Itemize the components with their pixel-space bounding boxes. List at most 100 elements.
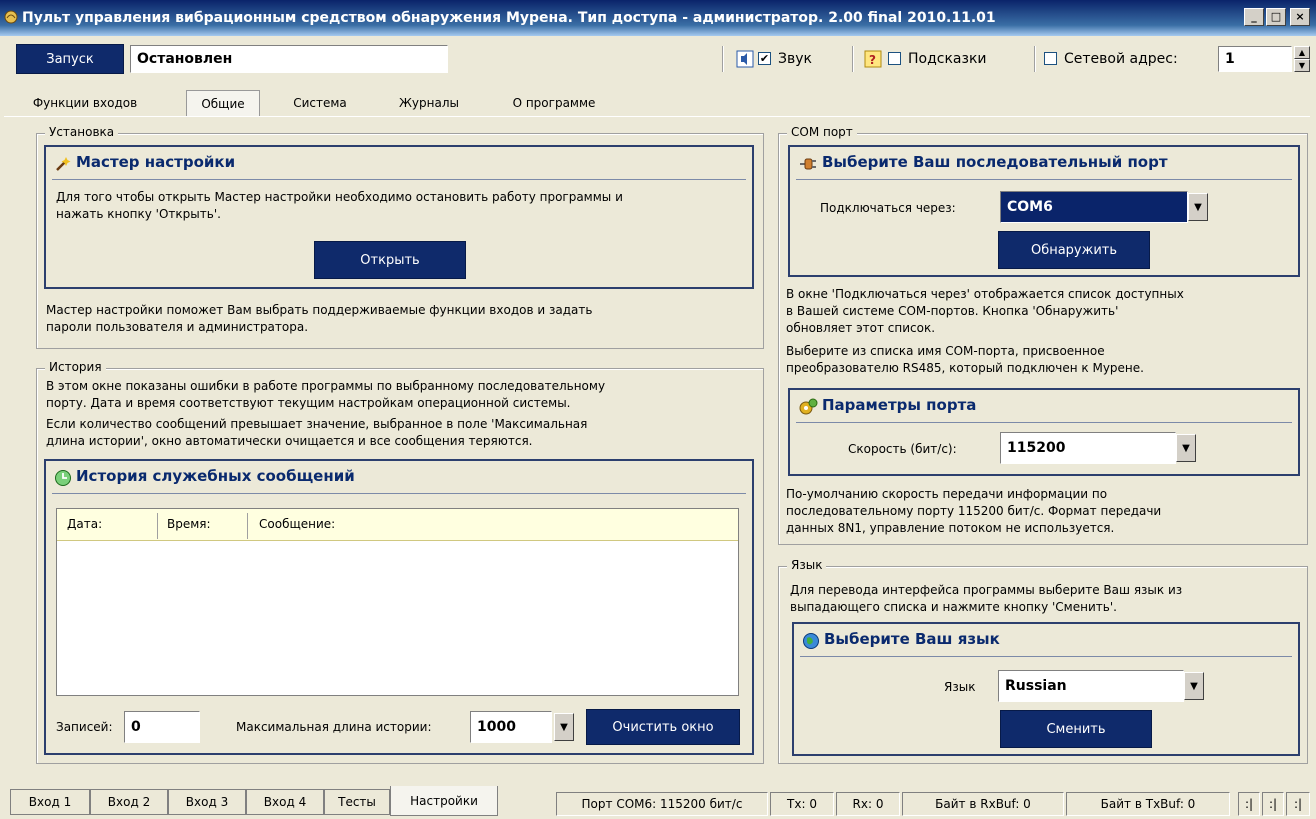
help-icon: ? <box>864 50 882 68</box>
panel-divider <box>52 179 746 180</box>
toolbar-separator <box>852 46 854 72</box>
language-text: выпадающего списка и нажмите кнопку 'Сме… <box>790 600 1117 614</box>
history-table[interactable]: Дата: Время: Сообщение: <box>56 508 739 696</box>
toolbar-separator <box>1034 46 1036 72</box>
status-rxbuf: Байт в RxBuf: 0 <box>902 792 1064 816</box>
column-date[interactable]: Дата: <box>67 517 102 531</box>
port-params-title: Параметры порта <box>822 396 977 414</box>
svg-text:?: ? <box>869 53 876 67</box>
column-message[interactable]: Сообщение: <box>259 517 335 531</box>
connect-via-label: Подключаться через: <box>820 201 956 215</box>
connect-via-select[interactable]: COM6 <box>1000 191 1188 223</box>
change-language-button[interactable]: Сменить <box>1000 710 1152 748</box>
status-indicator: :| <box>1238 792 1260 816</box>
table-header: Дата: Время: Сообщение: <box>57 509 738 541</box>
language-select[interactable]: Russian <box>998 670 1184 702</box>
setup-wizard-note: пароли пользователя и администратора. <box>46 320 309 334</box>
sound-checkbox[interactable]: ✔ <box>758 52 771 65</box>
language-panel-title: Выберите Ваш язык <box>824 630 1000 648</box>
setup-wizard-panel: Мастер настройки Для того чтобы открыть … <box>44 145 754 289</box>
com-text: В окне 'Подключаться через' отображается… <box>786 287 1184 301</box>
clock-icon <box>55 470 71 486</box>
clear-window-button[interactable]: Очистить окно <box>586 709 740 745</box>
tab-input-1[interactable]: Вход 1 <box>10 789 90 815</box>
install-group-title: Установка <box>45 125 119 139</box>
com-text: Выберите из списка имя COM-порта, присво… <box>786 344 1105 358</box>
tab-line <box>4 116 1310 117</box>
setup-wizard-text: нажать кнопку 'Открыть'. <box>56 207 221 221</box>
language-group-title: Язык <box>787 558 827 572</box>
sound-icon <box>736 50 754 68</box>
gear-icon <box>799 398 818 415</box>
tab-input-2[interactable]: Вход 2 <box>90 789 168 815</box>
tab-about[interactable]: О программе <box>490 90 618 116</box>
history-text: В этом окне показаны ошибки в работе про… <box>46 379 606 393</box>
port-params-panel: Параметры порта Скорость (бит/с): 115200… <box>788 388 1300 476</box>
status-indicator: :| <box>1286 792 1310 816</box>
start-button[interactable]: Запуск <box>16 44 124 74</box>
setup-wizard-title: Мастер настройки <box>76 153 236 171</box>
status-rx: Rx: 0 <box>836 792 900 816</box>
status-port: Порт COM6: 115200 бит/с <box>556 792 768 816</box>
column-separator <box>247 513 248 539</box>
history-group-title: История <box>45 360 106 374</box>
app-icon <box>4 10 18 24</box>
net-address-label: Сетевой адрес: <box>1064 51 1178 67</box>
net-address-checkbox[interactable] <box>1044 52 1057 65</box>
com-text: в Вашей системе COM-портов. Кнопка 'Обна… <box>786 304 1119 318</box>
panel-divider <box>796 179 1292 180</box>
net-address-down[interactable]: ▼ <box>1294 59 1310 72</box>
setup-wizard-note: Мастер настройки поможет Вам выбрать под… <box>46 303 593 317</box>
panel-divider <box>796 422 1292 423</box>
column-time[interactable]: Время: <box>167 517 211 531</box>
status-tx: Tx: 0 <box>770 792 834 816</box>
chevron-down-icon[interactable]: ▼ <box>554 713 574 741</box>
status-txbuf: Байт в TxBuf: 0 <box>1066 792 1230 816</box>
tab-settings[interactable]: Настройки <box>390 786 498 816</box>
history-text: Если количество сообщений превышает знач… <box>46 417 588 431</box>
speed-select[interactable]: 115200 <box>1000 432 1176 464</box>
com-note: данных 8N1, управление потоком не исполь… <box>786 521 1115 535</box>
status-field: Остановлен <box>130 45 448 73</box>
panel-divider <box>52 493 746 494</box>
setup-wizard-text: Для того чтобы открыть Мастер настройки … <box>56 190 623 204</box>
close-button[interactable]: × <box>1290 8 1310 26</box>
com-note: По-умолчанию скорость передачи информаци… <box>786 487 1108 501</box>
chevron-down-icon[interactable]: ▼ <box>1176 434 1196 462</box>
records-label: Записей: <box>56 720 113 734</box>
column-separator <box>157 513 158 539</box>
net-address-input[interactable]: 1 <box>1218 46 1292 72</box>
max-history-select[interactable]: 1000 <box>470 711 552 743</box>
tab-input-3[interactable]: Вход 3 <box>168 789 246 815</box>
history-text: порту. Дата и время соответствуют текущи… <box>46 396 571 410</box>
serial-port-title: Выберите Ваш последовательный порт <box>822 153 1168 171</box>
records-field: 0 <box>124 711 200 743</box>
com-text: преобразователю RS485, который подключен… <box>786 361 1144 375</box>
minimize-button[interactable]: _ <box>1244 8 1264 26</box>
plug-icon <box>800 158 816 170</box>
tab-tests[interactable]: Тесты <box>324 789 390 815</box>
language-label: Язык <box>944 680 976 694</box>
hints-label: Подсказки <box>908 51 987 67</box>
tab-system[interactable]: Система <box>272 90 368 116</box>
tab-input-functions[interactable]: Функции входов <box>4 90 166 116</box>
panel-divider <box>800 656 1292 657</box>
title-bar[interactable]: Пульт управления вибрационным средством … <box>0 0 1316 36</box>
window-title: Пульт управления вибрационным средством … <box>22 10 996 26</box>
status-indicator: :| <box>1262 792 1284 816</box>
sound-label: Звук <box>778 51 812 67</box>
speed-label: Скорость (бит/с): <box>848 442 957 456</box>
net-address-up[interactable]: ▲ <box>1294 46 1310 59</box>
tab-general[interactable]: Общие <box>186 90 260 116</box>
maximize-button[interactable]: □ <box>1266 8 1286 26</box>
chevron-down-icon[interactable]: ▼ <box>1188 193 1208 221</box>
language-text: Для перевода интерфейса программы выбери… <box>790 583 1183 597</box>
history-text: длина истории', окно автоматически очища… <box>46 434 533 448</box>
open-button[interactable]: Открыть <box>314 241 466 279</box>
tab-journals[interactable]: Журналы <box>380 90 478 116</box>
chevron-down-icon[interactable]: ▼ <box>1184 672 1204 700</box>
tab-input-4[interactable]: Вход 4 <box>246 789 324 815</box>
com-text: обновляет этот список. <box>786 321 936 335</box>
detect-button[interactable]: Обнаружить <box>998 231 1150 269</box>
hints-checkbox[interactable] <box>888 52 901 65</box>
